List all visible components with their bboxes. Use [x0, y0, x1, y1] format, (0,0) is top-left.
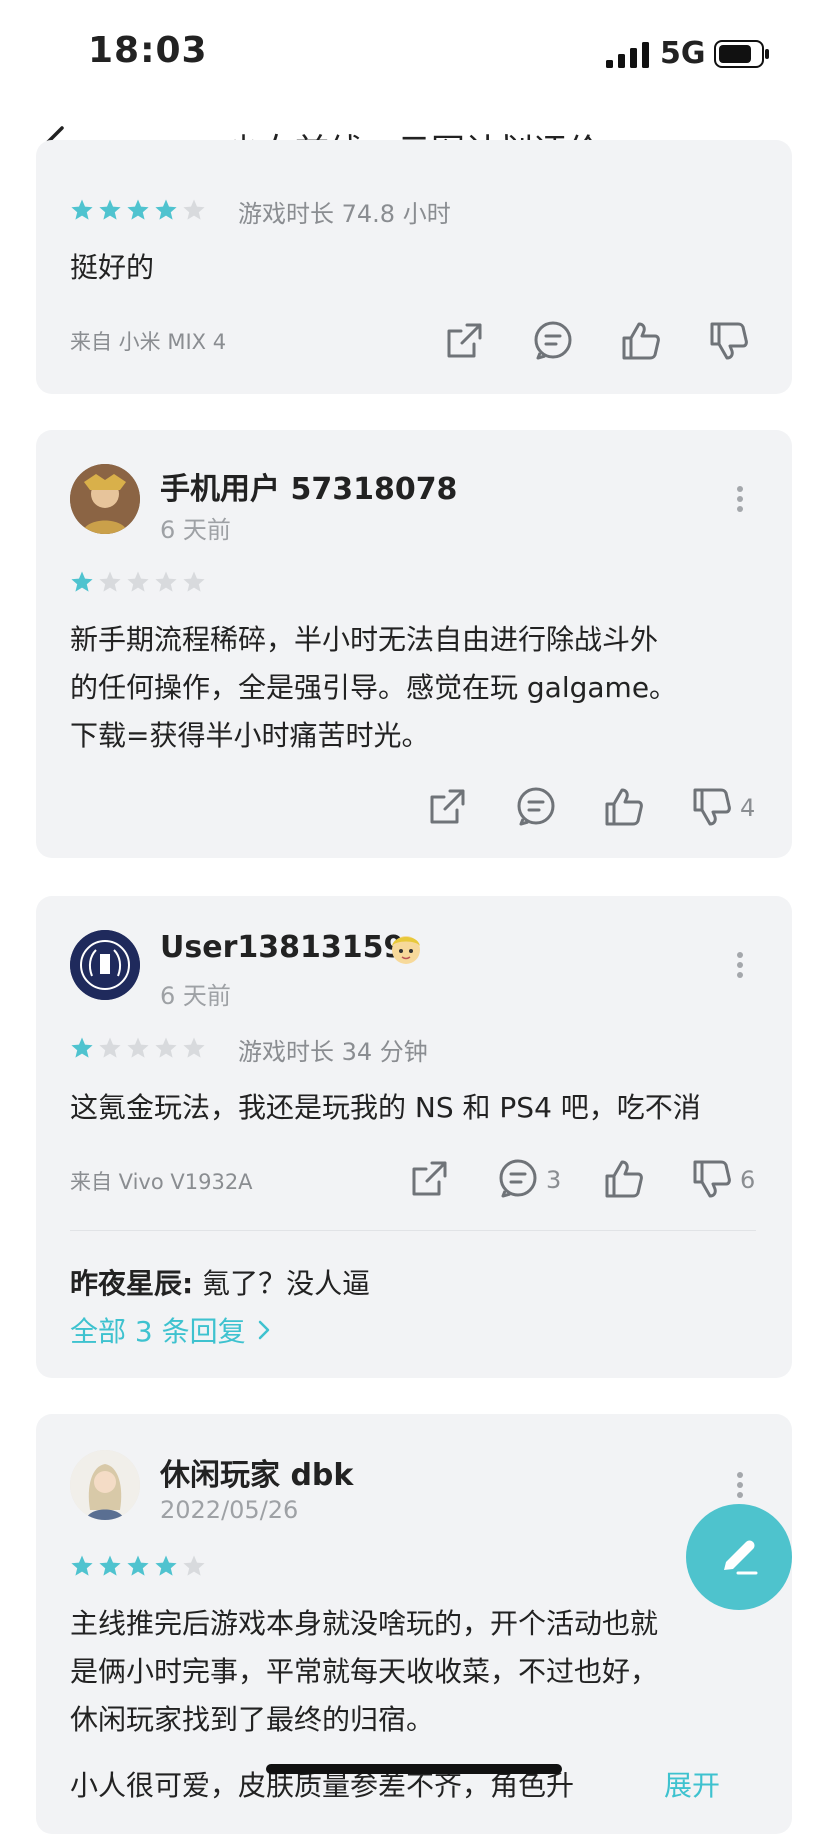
star-empty-icon	[155, 571, 177, 592]
comment-icon[interactable]	[497, 1158, 539, 1200]
star-filled-icon	[71, 1037, 93, 1058]
star-rating	[70, 198, 210, 226]
share-icon[interactable]	[443, 320, 485, 362]
star-empty-icon	[127, 1037, 149, 1058]
status-time: 18:03	[88, 30, 208, 71]
user-badge-icon	[392, 936, 420, 964]
avatar[interactable]	[70, 930, 140, 1000]
comment-count: 3	[546, 1166, 562, 1194]
star-empty-icon	[99, 571, 121, 592]
star-rating	[70, 570, 210, 598]
thumbs-down-icon[interactable]	[691, 786, 733, 828]
battery-icon	[714, 40, 769, 68]
more-options-icon[interactable]	[736, 1472, 744, 1498]
star-rating	[70, 1554, 210, 1582]
avatar[interactable]	[70, 464, 140, 534]
thumbs-up-icon[interactable]	[603, 786, 645, 828]
avatar[interactable]	[70, 1450, 140, 1520]
star-empty-icon	[183, 571, 205, 592]
device-label: 来自 Vivo V1932A	[70, 1170, 253, 1194]
star-filled-icon	[99, 1555, 121, 1576]
star-filled-icon	[127, 1555, 149, 1576]
star-empty-icon	[155, 1037, 177, 1058]
star-filled-icon	[155, 199, 177, 220]
divider	[70, 1230, 756, 1231]
review-text-line: 主线推完后游戏本身就没啥玩的，开个活动也就	[70, 1607, 659, 1640]
avatar-image	[70, 464, 140, 534]
username[interactable]: User13813159	[160, 930, 404, 965]
more-options-icon[interactable]	[736, 952, 744, 978]
write-review-button[interactable]	[686, 1504, 792, 1610]
star-filled-icon	[71, 571, 93, 592]
more-options-icon[interactable]	[736, 486, 744, 512]
dislike-count: 4	[740, 794, 756, 822]
star-empty-icon	[127, 571, 149, 592]
star-empty-icon	[183, 1555, 205, 1576]
comment-icon[interactable]	[515, 786, 557, 828]
star-empty-icon	[183, 1037, 205, 1058]
comment-icon[interactable]	[532, 320, 574, 362]
cellular-signal-icon	[606, 42, 649, 68]
review-time: 6 天前	[160, 982, 231, 1010]
thumbs-up-icon[interactable]	[620, 320, 662, 362]
home-indicator[interactable]	[266, 1764, 562, 1774]
reply-text: 氪了？没人逼	[193, 1267, 371, 1300]
review-text-line: 是俩小时完事，平常就每天收收菜，不过也好，	[70, 1655, 659, 1688]
playtime: 游戏时长 34 分钟	[238, 1038, 428, 1066]
review-text-line: 新手期流程稀碎，半小时无法自由进行除战斗外	[70, 623, 659, 656]
chevron-right-icon	[258, 1320, 269, 1340]
device-label: 来自 小米 MIX 4	[70, 330, 227, 354]
avatar-image	[70, 930, 140, 1000]
star-filled-icon	[155, 1555, 177, 1576]
all-replies-link[interactable]: 全部 3 条回复	[70, 1310, 272, 1350]
thumbs-up-icon[interactable]	[603, 1158, 645, 1200]
all-replies-label: 全部 3 条回复	[70, 1315, 246, 1348]
playtime: 游戏时长 74.8 小时	[238, 200, 451, 228]
expand-link[interactable]: 展开	[664, 1762, 720, 1810]
pen-icon	[724, 1540, 758, 1575]
share-icon[interactable]	[408, 1158, 450, 1200]
reply-author: 昨夜星辰:	[70, 1267, 194, 1300]
review-text: 挺好的	[70, 251, 155, 284]
review-text-line: 的任何操作，全是强引导。感觉在玩 galgame。	[70, 671, 678, 704]
star-filled-icon	[71, 199, 93, 220]
star-empty-icon	[183, 199, 205, 220]
dislike-count: 6	[740, 1166, 756, 1194]
thumbs-down-icon[interactable]	[691, 1158, 733, 1200]
review-time: 6 天前	[160, 516, 231, 544]
reply-preview[interactable]: 昨夜星辰: 氪了？没人逼	[70, 1262, 370, 1302]
review-text-line: 下载=获得半小时痛苦时光。	[70, 719, 430, 752]
star-rating	[70, 1036, 210, 1064]
avatar-image	[70, 1450, 140, 1520]
star-filled-icon	[99, 199, 121, 220]
username[interactable]: 休闲玩家 dbk	[160, 1450, 353, 1494]
review-text-line: 休闲玩家找到了最终的归宿。	[70, 1703, 435, 1736]
review-card	[36, 896, 792, 1378]
star-filled-icon	[127, 199, 149, 220]
network-type: 5G	[660, 36, 706, 71]
review-time: 2022/05/26	[160, 1496, 299, 1524]
star-filled-icon	[71, 1555, 93, 1576]
username[interactable]: 手机用户 57318078	[160, 464, 457, 508]
thumbs-down-icon[interactable]	[708, 320, 750, 362]
share-icon[interactable]	[426, 786, 468, 828]
review-text: 这氪金玩法，我还是玩我的 NS 和 PS4 吧，吃不消	[70, 1091, 701, 1124]
star-empty-icon	[99, 1037, 121, 1058]
